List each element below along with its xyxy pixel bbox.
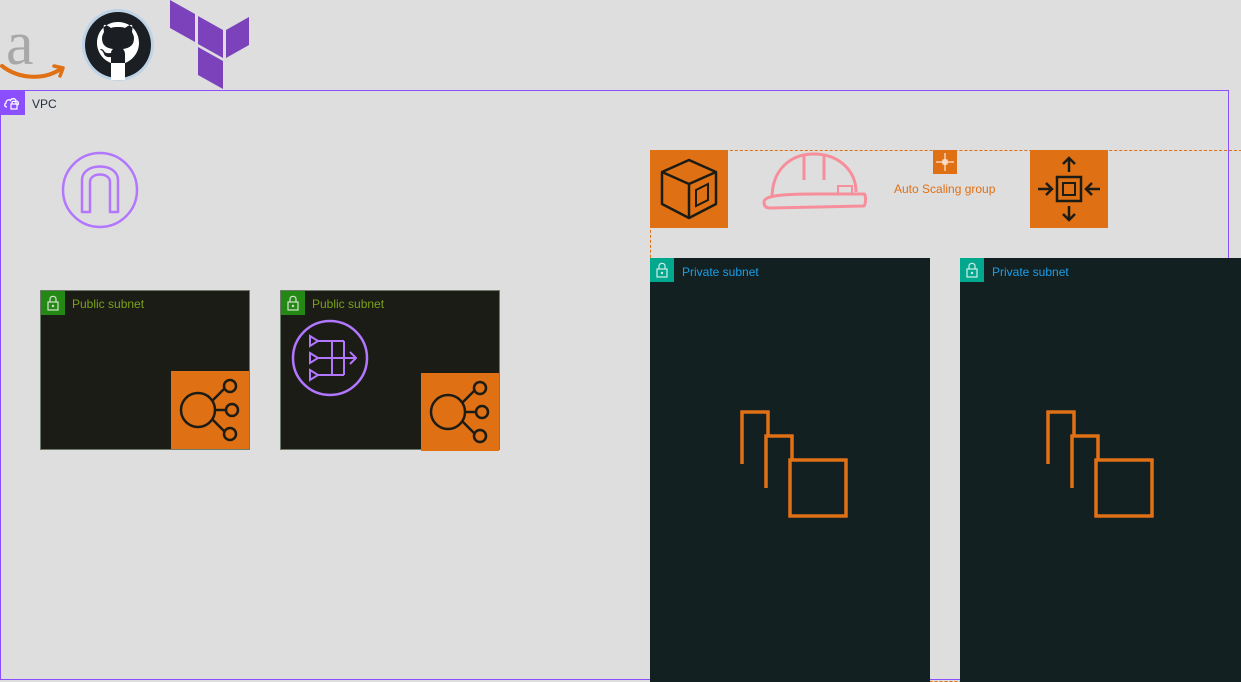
lock-icon	[281, 291, 305, 315]
amazon-logo-icon: a	[0, 10, 65, 79]
auto-scaling-arrows-icon	[933, 150, 957, 174]
hard-hat-icon	[762, 152, 867, 210]
elastic-load-balancer-icon	[171, 371, 249, 449]
internet-gateway-icon	[61, 151, 139, 229]
private-subnet-label: Private subnet	[682, 265, 759, 279]
vpc-label: VPC	[32, 97, 57, 111]
lock-icon	[41, 291, 65, 315]
architecture-diagram: a VPC Public subnet Public subnet Auto S…	[0, 0, 1241, 682]
lock-icon	[650, 258, 674, 282]
terraform-logo-icon	[170, 0, 249, 89]
private-subnet-label: Private subnet	[992, 265, 1069, 279]
public-subnet-label: Public subnet	[72, 297, 145, 311]
public-subnet-2: Public subnet	[280, 290, 500, 451]
public-subnet-label: Public subnet	[312, 297, 385, 311]
elastic-ip-icon	[1030, 150, 1108, 228]
auto-scaling-group-label: Auto Scaling group	[894, 182, 996, 196]
nat-gateway-icon	[291, 319, 369, 397]
ec2-instances-icon	[740, 410, 848, 518]
private-subnet-2: Private subnet	[960, 258, 1241, 682]
lock-icon	[960, 258, 984, 282]
elastic-load-balancer-icon	[421, 373, 499, 451]
github-logo-icon	[82, 9, 154, 81]
public-subnet-1: Public subnet	[40, 290, 250, 450]
private-subnet-1: Private subnet	[650, 258, 930, 682]
svg-text:a: a	[6, 10, 34, 78]
ec2-instances-icon	[1046, 410, 1154, 518]
ec2-auto-scaling-icon	[650, 150, 728, 228]
vpc-cloud-icon	[1, 91, 25, 115]
